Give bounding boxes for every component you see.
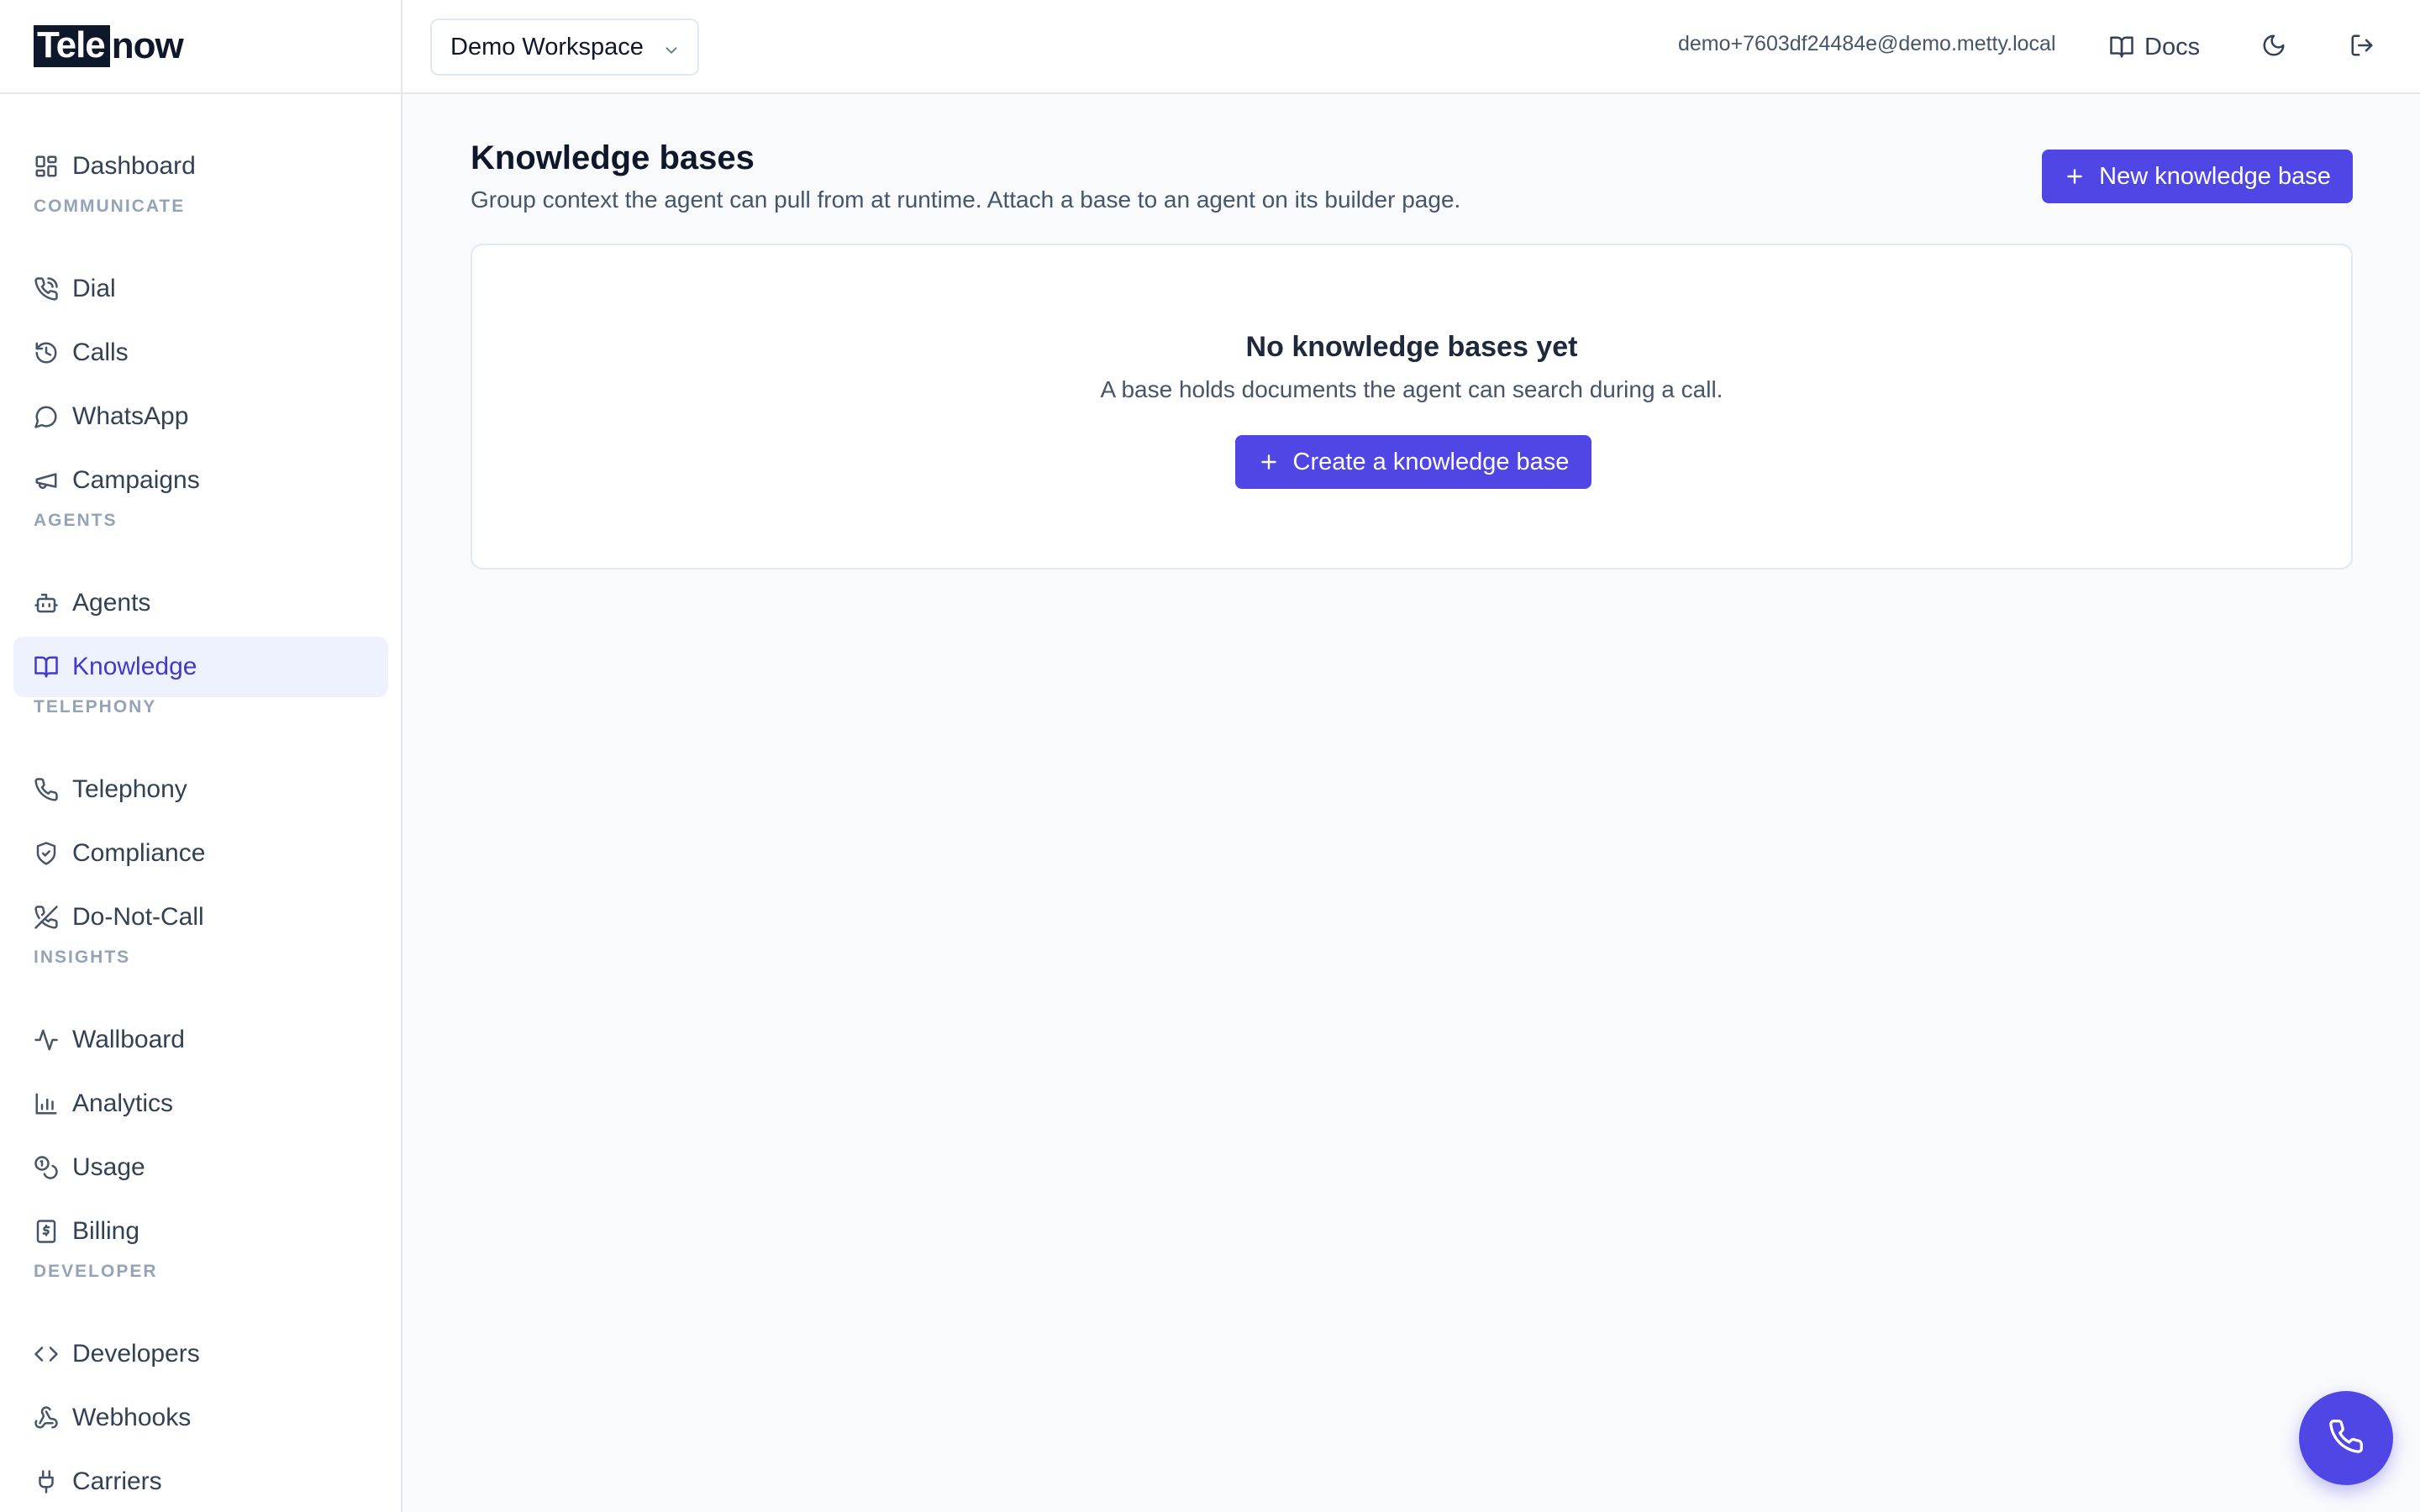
section-label-agents: AGENTS — [34, 511, 118, 530]
sidebar-item-agents[interactable]: Agents — [13, 573, 388, 633]
bar-chart-icon — [34, 1091, 59, 1116]
empty-state-subtitle: A base holds documents the agent can sea… — [1100, 376, 1723, 402]
logo-part-now: now — [111, 25, 184, 66]
create-knowledge-base-button[interactable]: Create a knowledge base — [1235, 435, 1591, 489]
sidebar-item-dial[interactable]: Dial — [13, 259, 388, 319]
sidebar-item-label: WhatsApp — [72, 402, 189, 430]
section-label-communicate: COMMUNICATE — [34, 197, 186, 216]
sidebar-item-label: Do-Not-Call — [72, 903, 204, 931]
user-email: demo+7603df24484e@demo.metty.local — [1678, 32, 2056, 55]
logo-part-tele: Tele — [34, 25, 110, 67]
plus-icon — [1258, 451, 1280, 473]
chevron-down-icon — [662, 39, 681, 57]
new-knowledge-base-button[interactable]: New knowledge base — [2042, 150, 2353, 203]
sidebar-item-label: Analytics — [72, 1089, 174, 1117]
button-label: Create a knowledge base — [1292, 448, 1570, 475]
sidebar-item-campaigns[interactable]: Campaigns — [13, 450, 388, 511]
sidebar-item-label: Webhooks — [72, 1404, 192, 1431]
receipt-icon — [34, 1219, 59, 1244]
sidebar-item-label: Wallboard — [72, 1026, 185, 1053]
brand-logo[interactable]: Tele now — [0, 0, 401, 94]
sidebar-item-developers[interactable]: Developers — [13, 1324, 388, 1384]
sidebar-item-compliance[interactable]: Compliance — [13, 823, 388, 884]
topbar: Demo Workspace demo+7603df24484e@demo.me… — [402, 0, 2420, 94]
coins-icon — [34, 1155, 59, 1180]
sidebar-item-dashboard[interactable]: Dashboard — [13, 136, 388, 197]
section-label-telephony: TELEPHONY — [34, 697, 157, 717]
sidebar-item-label: Dashboard — [72, 152, 196, 180]
section-label-developer: DEVELOPER — [34, 1262, 158, 1281]
sidebar-item-billing[interactable]: Billing — [13, 1201, 388, 1262]
bot-icon — [34, 591, 59, 616]
sidebar-item-label: Agents — [72, 589, 151, 617]
book-open-icon — [34, 654, 59, 680]
workspace-name: Demo Workspace — [450, 33, 644, 60]
empty-state-title: No knowledge bases yet — [1245, 331, 1578, 363]
phone-icon — [34, 777, 59, 802]
shield-check-icon — [34, 841, 59, 866]
sidebar-item-calls[interactable]: Calls — [13, 323, 388, 383]
sidebar: Tele now Dashboard COMMUNICATE Dial Call… — [0, 0, 402, 1512]
message-circle-icon — [34, 404, 59, 429]
sidebar-item-label: Calls — [72, 339, 129, 366]
code-icon — [34, 1341, 59, 1367]
empty-state-card: No knowledge bases yet A base holds docu… — [471, 244, 2353, 570]
workspace-select[interactable]: Demo Workspace — [430, 18, 699, 76]
logout-button[interactable] — [2345, 30, 2379, 64]
sidebar-item-label: Compliance — [72, 839, 206, 867]
docs-link[interactable]: Docs — [2109, 25, 2200, 69]
app-root: Tele now Dashboard COMMUNICATE Dial Call… — [0, 0, 2420, 1512]
phone-off-icon — [34, 905, 59, 930]
logo-mark: Tele now — [34, 25, 184, 67]
sidebar-item-label: Developers — [72, 1340, 200, 1368]
page-title: Knowledge bases — [471, 139, 755, 176]
sidebar-item-carriers[interactable]: Carriers — [13, 1452, 388, 1512]
dashboard-icon — [34, 154, 59, 179]
theme-toggle-button[interactable] — [2257, 30, 2291, 64]
sidebar-item-whatsapp[interactable]: WhatsApp — [13, 386, 388, 447]
section-label-insights: INSIGHTS — [34, 948, 131, 967]
phone-icon — [2328, 1418, 2365, 1459]
book-open-icon — [2109, 34, 2134, 60]
sidebar-item-usage[interactable]: Usage — [13, 1137, 388, 1198]
floating-call-button[interactable] — [2299, 1391, 2393, 1485]
sidebar-item-label: Carriers — [72, 1467, 162, 1495]
docs-label: Docs — [2144, 33, 2201, 60]
sidebar-item-knowledge[interactable]: Knowledge — [13, 637, 388, 697]
sidebar-item-analytics[interactable]: Analytics — [13, 1074, 388, 1134]
button-label: New knowledge base — [2099, 162, 2331, 190]
sidebar-item-telephony[interactable]: Telephony — [13, 759, 388, 820]
sidebar-item-label: Telephony — [72, 775, 187, 803]
plug-icon — [34, 1469, 59, 1494]
page-subtitle: Group context the agent can pull from at… — [471, 186, 1461, 213]
moon-icon — [2261, 33, 2286, 62]
sidebar-item-label: Dial — [72, 275, 116, 302]
webhook-icon — [34, 1405, 59, 1431]
sidebar-item-label: Billing — [72, 1217, 140, 1245]
sidebar-item-label: Knowledge — [72, 653, 197, 680]
plus-icon — [2064, 165, 2086, 187]
phone-outgoing-icon — [34, 276, 59, 302]
sidebar-item-label: Campaigns — [72, 466, 200, 494]
activity-icon — [34, 1027, 59, 1053]
history-icon — [34, 340, 59, 365]
sidebar-item-wallboard[interactable]: Wallboard — [13, 1010, 388, 1070]
logout-icon — [2349, 33, 2375, 62]
megaphone-icon — [34, 468, 59, 493]
sidebar-item-webhooks[interactable]: Webhooks — [13, 1388, 388, 1448]
sidebar-item-do-not-call[interactable]: Do-Not-Call — [13, 887, 388, 948]
sidebar-item-label: Usage — [72, 1153, 145, 1181]
